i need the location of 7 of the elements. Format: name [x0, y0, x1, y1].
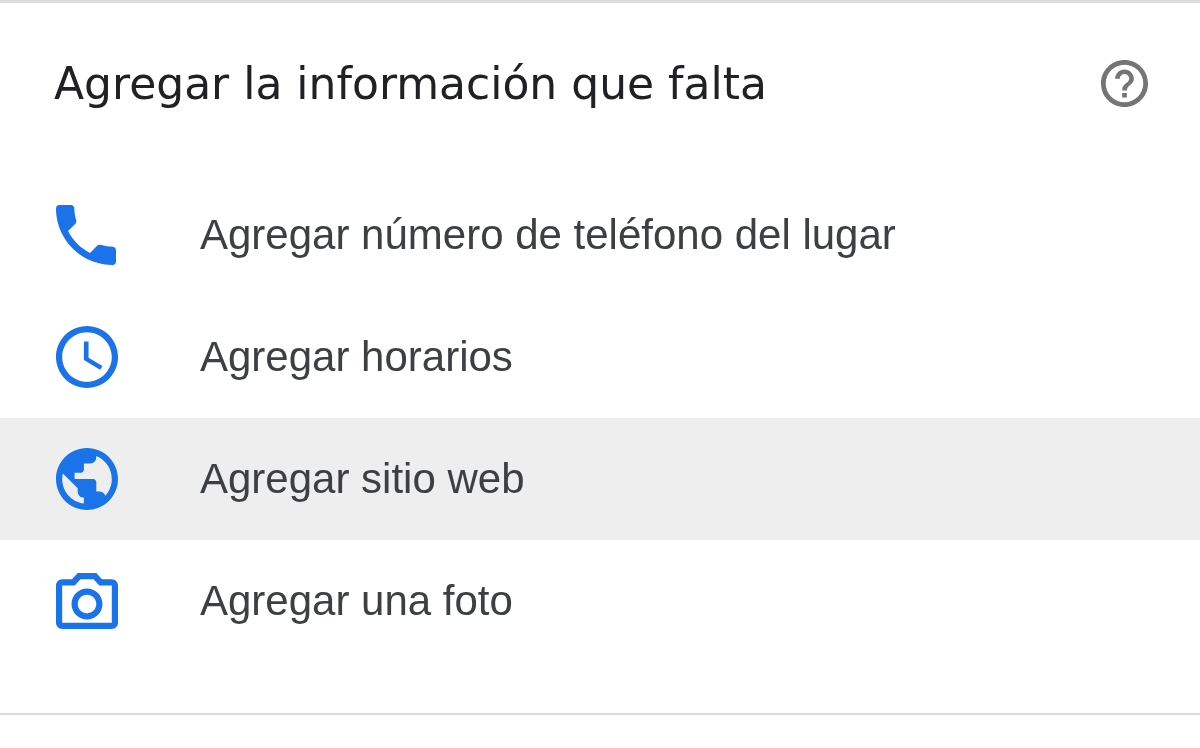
section-title: Agregar la información que falta	[54, 58, 767, 109]
help-icon[interactable]	[1101, 60, 1148, 107]
clock-icon	[56, 326, 118, 388]
globe-icon	[56, 448, 118, 510]
phone-icon	[56, 205, 116, 265]
add-info-item[interactable]: Agregar sitio web	[0, 418, 1200, 540]
camera-icon	[56, 573, 118, 629]
